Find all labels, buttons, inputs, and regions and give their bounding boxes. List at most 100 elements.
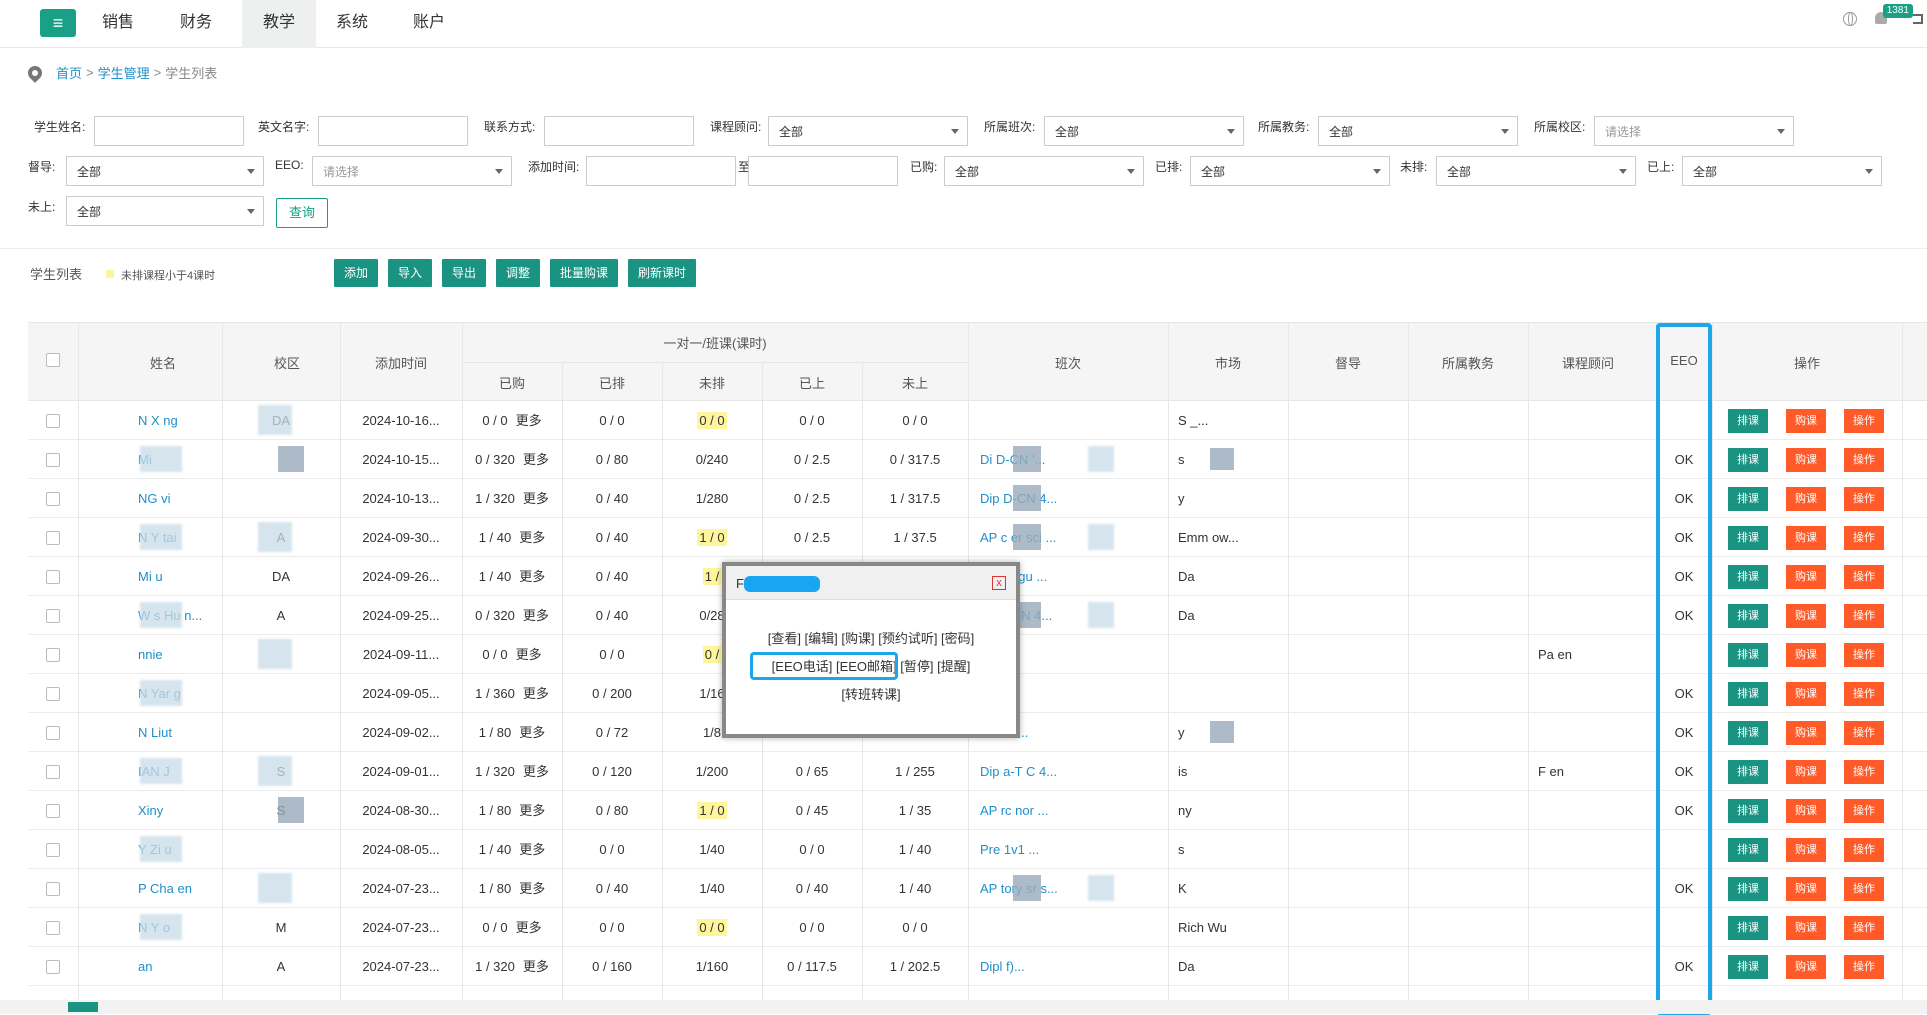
breadcrumb-home[interactable]: 首页 (56, 63, 82, 82)
operate-button[interactable]: 操作 (1844, 604, 1884, 628)
purchase-button[interactable]: 购课 (1786, 955, 1826, 979)
dialog-links-row1[interactable]: [查看] [编辑] [购课] [预约试听] [密码] (726, 628, 1016, 647)
more-link[interactable]: 更多 (516, 647, 542, 662)
row-checkbox[interactable] (46, 453, 60, 467)
operate-button[interactable]: 操作 (1844, 526, 1884, 550)
purchase-button[interactable]: 购课 (1786, 799, 1826, 823)
purchase-button[interactable]: 购课 (1786, 487, 1826, 511)
schedule-button[interactable]: 排课 (1728, 955, 1768, 979)
more-link[interactable]: 更多 (516, 413, 542, 428)
logout-icon[interactable] (1913, 14, 1923, 24)
consultant-select[interactable]: 全部 (768, 116, 968, 146)
select-all-checkbox[interactable] (46, 353, 60, 367)
operate-button[interactable]: 操作 (1844, 877, 1884, 901)
unattended-select[interactable]: 全部 (66, 196, 264, 226)
more-link[interactable]: 更多 (523, 959, 549, 974)
scroll-thumb[interactable] (68, 1002, 98, 1012)
query-button[interactable]: 查询 (276, 198, 328, 228)
dialog-transfer-link[interactable]: [转班转课] (726, 684, 1016, 703)
english-name-input[interactable] (318, 116, 468, 146)
operate-button[interactable]: 操作 (1844, 838, 1884, 862)
class-link[interactable]: Dip D-CN 4... (980, 479, 1160, 518)
schedule-button[interactable]: 排课 (1728, 565, 1768, 589)
operate-button[interactable]: 操作 (1844, 721, 1884, 745)
schedule-button[interactable]: 排课 (1728, 643, 1768, 667)
schedule-button[interactable]: 排课 (1728, 682, 1768, 706)
supervisor-select[interactable]: 全部 (66, 156, 264, 186)
horizontal-scrollbar[interactable] (0, 1000, 1927, 1014)
row-checkbox[interactable] (46, 726, 60, 740)
schedule-button[interactable]: 排课 (1728, 487, 1768, 511)
add-button[interactable]: 添加 (334, 259, 378, 287)
nav-finance[interactable]: 财务 (166, 0, 226, 48)
more-link[interactable]: 更多 (519, 803, 545, 818)
more-link[interactable]: 更多 (519, 881, 545, 896)
row-checkbox[interactable] (46, 648, 60, 662)
nav-sales[interactable]: 销售 (90, 0, 146, 48)
class-link[interactable]: AP c er sci ... (980, 518, 1160, 557)
row-checkbox[interactable] (46, 492, 60, 506)
adjust-button[interactable]: 调整 (496, 259, 540, 287)
class-link[interactable]: Di D-CN '... (980, 440, 1160, 479)
more-link[interactable]: 更多 (519, 725, 545, 740)
attended-select[interactable]: 全部 (1682, 156, 1882, 186)
export-button[interactable]: 导出 (442, 259, 486, 287)
close-icon[interactable]: x (992, 576, 1006, 590)
row-checkbox[interactable] (46, 882, 60, 896)
purchase-button[interactable]: 购课 (1786, 682, 1826, 706)
purchase-button[interactable]: 购课 (1786, 838, 1826, 862)
operate-button[interactable]: 操作 (1844, 916, 1884, 940)
row-checkbox[interactable] (46, 765, 60, 779)
schedule-button[interactable]: 排课 (1728, 448, 1768, 472)
pause-remind-links[interactable]: [暂停] [提醒] (897, 659, 970, 674)
class-link[interactable]: Dipl f)... (980, 947, 1160, 986)
student-name-input[interactable] (94, 116, 244, 146)
schedule-button[interactable]: 排课 (1728, 916, 1768, 940)
contact-input[interactable] (544, 116, 694, 146)
class-link[interactable]: AP tory sr s... (980, 869, 1160, 908)
row-checkbox[interactable] (46, 804, 60, 818)
row-checkbox[interactable] (46, 687, 60, 701)
add-time-start-input[interactable] (586, 156, 736, 186)
row-checkbox[interactable] (46, 609, 60, 623)
row-checkbox[interactable] (46, 960, 60, 974)
menu-toggle-button[interactable]: ≡ (40, 9, 76, 37)
more-link[interactable]: 更多 (523, 686, 549, 701)
nav-account[interactable]: 账户 (396, 0, 462, 48)
purchase-button[interactable]: 购课 (1786, 643, 1826, 667)
schedule-button[interactable]: 排课 (1728, 526, 1768, 550)
schedule-button[interactable]: 排课 (1728, 760, 1768, 784)
nav-system[interactable]: 系统 (320, 0, 384, 48)
schedule-button[interactable]: 排课 (1728, 877, 1768, 901)
row-checkbox[interactable] (46, 843, 60, 857)
purchase-button[interactable]: 购课 (1786, 526, 1826, 550)
refresh-hours-button[interactable]: 刷新课时 (628, 259, 696, 287)
class-link[interactable]: Pre 1v1 ... (980, 830, 1160, 869)
scheduled-select[interactable]: 全部 (1190, 156, 1390, 186)
purchase-button[interactable]: 购课 (1786, 448, 1826, 472)
campus-select[interactable]: 请选择 (1594, 116, 1794, 146)
edu-select[interactable]: 全部 (1318, 116, 1518, 146)
row-checkbox[interactable] (46, 570, 60, 584)
nav-teaching[interactable]: 教学 (242, 0, 316, 48)
operate-button[interactable]: 操作 (1844, 643, 1884, 667)
more-link[interactable]: 更多 (519, 530, 545, 545)
schedule-button[interactable]: 排课 (1728, 721, 1768, 745)
class-link[interactable]: AP rc nor ... (980, 791, 1160, 830)
operate-button[interactable]: 操作 (1844, 955, 1884, 979)
schedule-button[interactable]: 排课 (1728, 409, 1768, 433)
unscheduled-select[interactable]: 全部 (1436, 156, 1636, 186)
purchase-button[interactable]: 购课 (1786, 565, 1826, 589)
more-link[interactable]: 更多 (523, 452, 549, 467)
breadcrumb-student-mgmt[interactable]: 学生管理 (98, 63, 150, 82)
more-link[interactable]: 更多 (519, 842, 545, 857)
operate-button[interactable]: 操作 (1844, 487, 1884, 511)
purchase-button[interactable]: 购课 (1786, 916, 1826, 940)
operate-button[interactable]: 操作 (1844, 799, 1884, 823)
class-select[interactable]: 全部 (1044, 116, 1244, 146)
row-checkbox[interactable] (46, 531, 60, 545)
class-link[interactable]: Dip a-T C 4... (980, 752, 1160, 791)
schedule-button[interactable]: 排课 (1728, 799, 1768, 823)
operate-button[interactable]: 操作 (1844, 409, 1884, 433)
operate-button[interactable]: 操作 (1844, 565, 1884, 589)
